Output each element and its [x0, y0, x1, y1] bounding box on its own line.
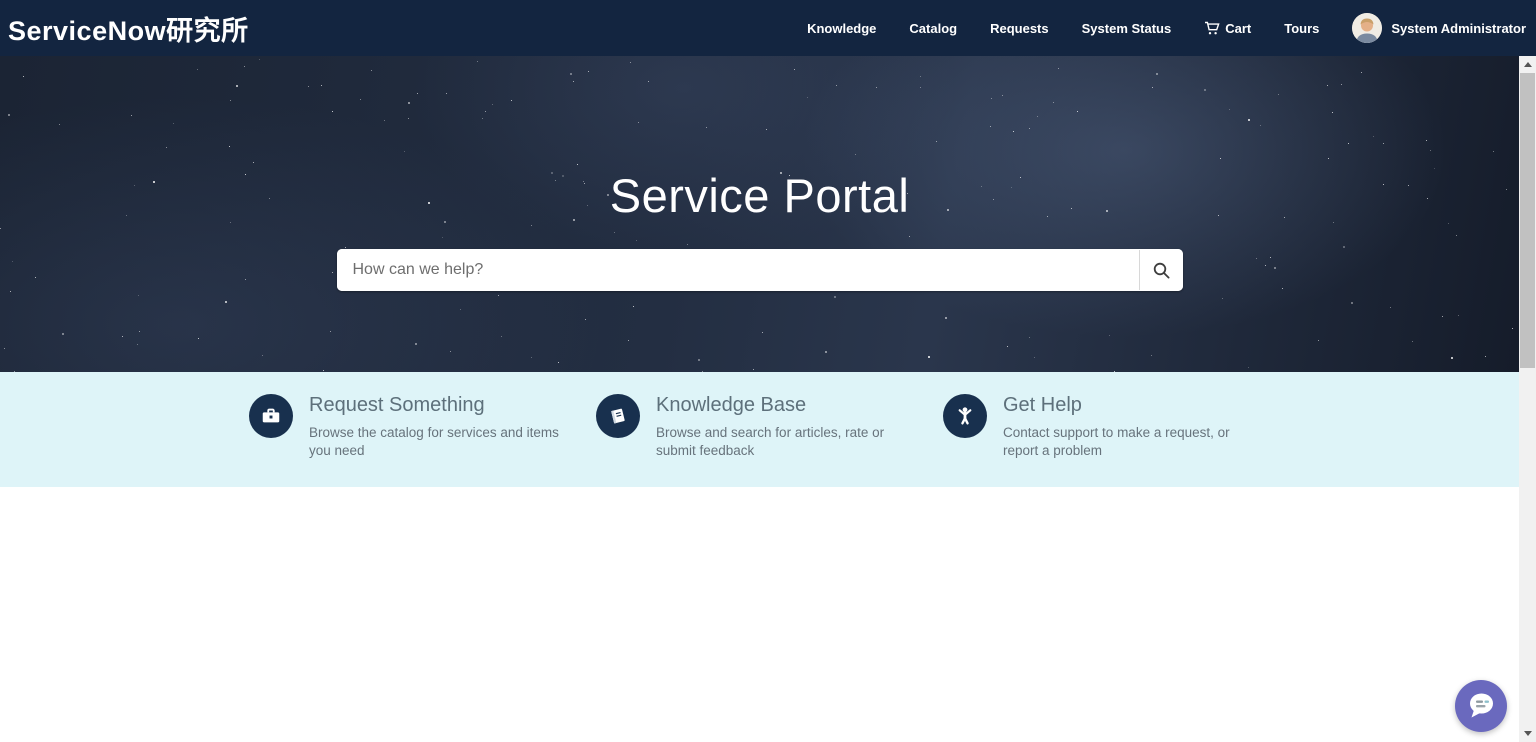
nav-item-label: Tours — [1284, 21, 1319, 36]
person-icon — [943, 394, 987, 438]
brand-logo[interactable]: ServiceNow研究所 — [8, 9, 249, 48]
search-bar — [337, 249, 1183, 291]
nav-item-label: Knowledge — [807, 21, 876, 36]
scrollbar-down-button[interactable] — [1519, 725, 1536, 742]
quick-link-knowledge-base[interactable]: Knowledge Base Browse and search for art… — [596, 394, 926, 460]
triangle-down-icon — [1524, 731, 1532, 736]
quick-link-title: Get Help — [1003, 394, 1265, 417]
nav-item-label: Cart — [1225, 21, 1251, 36]
quick-link-description: Browse the catalog for services and item… — [309, 424, 571, 460]
book-icon — [596, 394, 640, 438]
top-navbar: ServiceNow研究所 Knowledge Catalog Requests… — [0, 0, 1536, 56]
briefcase-icon — [249, 394, 293, 438]
cart-icon — [1204, 21, 1220, 36]
quick-link-title: Request Something — [309, 394, 571, 417]
quick-link-text: Get Help Contact support to make a reque… — [1003, 394, 1265, 460]
quick-link-get-help[interactable]: Get Help Contact support to make a reque… — [943, 394, 1273, 460]
search-input[interactable] — [337, 249, 1139, 291]
avatar — [1352, 13, 1382, 43]
quick-link-text: Knowledge Base Browse and search for art… — [656, 394, 918, 460]
quick-link-title: Knowledge Base — [656, 394, 918, 417]
chat-button[interactable] — [1455, 680, 1507, 732]
nav-item-tours[interactable]: Tours — [1284, 21, 1319, 36]
nav-item-requests[interactable]: Requests — [990, 21, 1049, 36]
quick-links-band: Request Something Browse the catalog for… — [0, 372, 1519, 487]
magnifier-icon — [1152, 261, 1171, 280]
nav-item-system-status[interactable]: System Status — [1082, 21, 1172, 36]
page-title: Service Portal — [0, 168, 1519, 223]
navbar-menu: Knowledge Catalog Requests System Status… — [807, 13, 1526, 43]
nav-item-cart[interactable]: Cart — [1204, 21, 1251, 36]
scrollbar-up-button[interactable] — [1519, 56, 1536, 73]
page-scrollbar — [1519, 56, 1536, 742]
quick-link-description: Contact support to make a request, or re… — [1003, 424, 1265, 460]
nav-item-label: Requests — [990, 21, 1049, 36]
nav-item-catalog[interactable]: Catalog — [909, 21, 957, 36]
user-name: System Administrator — [1391, 21, 1526, 36]
scrollbar-thumb[interactable] — [1520, 73, 1535, 368]
quick-link-text: Request Something Browse the catalog for… — [309, 394, 571, 460]
chat-bubble-icon — [1465, 690, 1497, 722]
nav-item-knowledge[interactable]: Knowledge — [807, 21, 876, 36]
quick-link-description: Browse and search for articles, rate or … — [656, 424, 918, 460]
nav-item-label: System Status — [1082, 21, 1172, 36]
user-menu[interactable]: System Administrator — [1352, 13, 1526, 43]
hero-section: Service Portal — [0, 56, 1519, 372]
triangle-up-icon — [1524, 62, 1532, 67]
quick-link-request-something[interactable]: Request Something Browse the catalog for… — [249, 394, 579, 460]
nav-item-label: Catalog — [909, 21, 957, 36]
search-button[interactable] — [1140, 249, 1183, 291]
